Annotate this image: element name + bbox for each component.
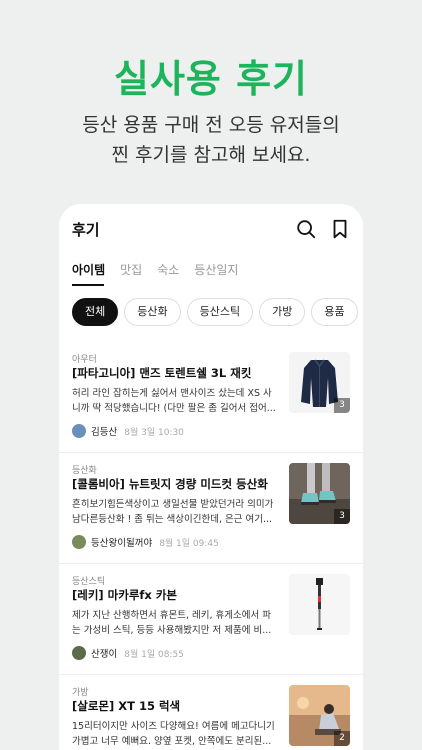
active-tab-indicator [72,284,104,286]
review-meta: 산쟁이 8월 1일 08:55 [72,646,184,660]
promo-subtitle-line1: 등산 용품 구매 전 오등 유저들의 [82,114,340,136]
review-thumbnail[interactable]: 3 [289,463,350,524]
chip-bag[interactable]: 가방 [259,298,306,326]
review-author: 산쟁이 [91,649,118,660]
promo-subtitle-line2: 찐 후기를 참고해 보세요. [111,144,311,166]
tab-hiking-log[interactable]: 등산일지 [194,261,238,279]
review-title: [콜롬비아] 뉴트릿지 경량 미드컷 등산화 [72,477,268,491]
chip-hiking-poles[interactable]: 등산스틱 [186,298,254,326]
review-item[interactable]: 등산화 [콜롬비아] 뉴트릿지 경량 미드컷 등산화 흔히보기힘든색상이고 생일… [59,453,363,564]
review-date: 8월 1일 09:45 [159,538,219,549]
promo-title: 실사용 후기 [113,57,309,101]
review-date: 8월 3일 10:30 [124,427,184,438]
review-list: 아우터 [파타고니아] 맨즈 토렌트쉘 3L 재킷 허리 라인 잡히는게 싫어서… [59,342,363,750]
review-thumbnail[interactable]: 2 [289,685,350,746]
photo-count-badge: 3 [334,509,350,524]
bookmark-icon[interactable] [329,218,351,240]
review-body: 15리터이지만 사이즈 다양해요! 여름에 메고다니기 가볍고 너무 예뻐요. … [72,721,275,747]
review-category: 등산스틱 [72,577,106,587]
review-category: 아우터 [72,355,97,365]
review-body: 흔히보기힘든색상이고 생일선물 받았던거라 의미가 남다른등산화 ! 좀 튀는 … [72,499,274,525]
review-author: 등산왕이될꺼야 [91,538,153,549]
review-item[interactable]: 아우터 [파타고니아] 맨즈 토렌트쉘 3L 재킷 허리 라인 잡히는게 싫어서… [59,342,363,453]
review-meta: 김등산 8월 3일 10:30 [72,424,184,438]
review-item[interactable]: 가방 [살로몬] XT 15 럭색 15리터이지만 사이즈 다양해요! 여름에 … [59,675,363,750]
chip-hiking-shoes[interactable]: 등산화 [124,298,181,326]
review-title: [파타고니아] 맨즈 토렌트쉘 3L 재킷 [72,366,252,380]
search-icon[interactable] [295,218,317,240]
review-title: [살로몬] XT 15 럭색 [72,699,181,713]
tab-item[interactable]: 아이템 [72,261,105,279]
category-tabs: 아이템 맛집 숙소 등산일지 [72,261,253,279]
review-author: 김등산 [91,427,118,438]
promo-subtitle: 등산 용품 구매 전 오등 유저들의 찐 후기를 참고해 보세요. [0,110,422,170]
review-body: 허리 라인 잡히는게 싫어서 맨사이즈 샀는데 XS 사니까 딱 적당했습니다!… [72,388,276,414]
app-header: 후기 [59,204,363,254]
review-thumbnail[interactable]: 3 [289,352,350,413]
photo-count-badge: 3 [334,398,350,413]
avatar [72,646,86,660]
review-category: 등산화 [72,466,97,476]
avatar [72,535,86,549]
review-category: 가방 [72,688,89,698]
review-thumbnail[interactable] [289,574,350,635]
review-body: 제가 지난 산행하면서 휴몬트, 레키, 휴게소에서 파는 가성비 스틱, 등등… [72,610,272,636]
phone-screen: 후기 아이템 맛집 숙소 등산일지 전체 등산화 등산스틱 가방 용품 이 아우… [59,204,363,750]
review-meta: 등산왕이될꺼야 8월 1일 09:45 [72,535,219,549]
review-title: [레키] 마카루fx 카본 [72,588,177,602]
chip-all[interactable]: 전체 [72,298,119,326]
review-date: 8월 1일 08:55 [124,649,184,660]
photo-count-badge: 2 [334,731,350,746]
avatar [72,424,86,438]
filter-chips: 전체 등산화 등산스틱 가방 용품 이 [72,298,363,326]
review-item[interactable]: 등산스틱 [레키] 마카루fx 카본 제가 지난 산행하면서 휴몬트, 레키, … [59,564,363,675]
chip-gear[interactable]: 용품 [311,298,358,326]
tab-lodging[interactable]: 숙소 [157,261,179,279]
tab-restaurant[interactable]: 맛집 [120,261,142,279]
page-title: 후기 [72,221,100,239]
